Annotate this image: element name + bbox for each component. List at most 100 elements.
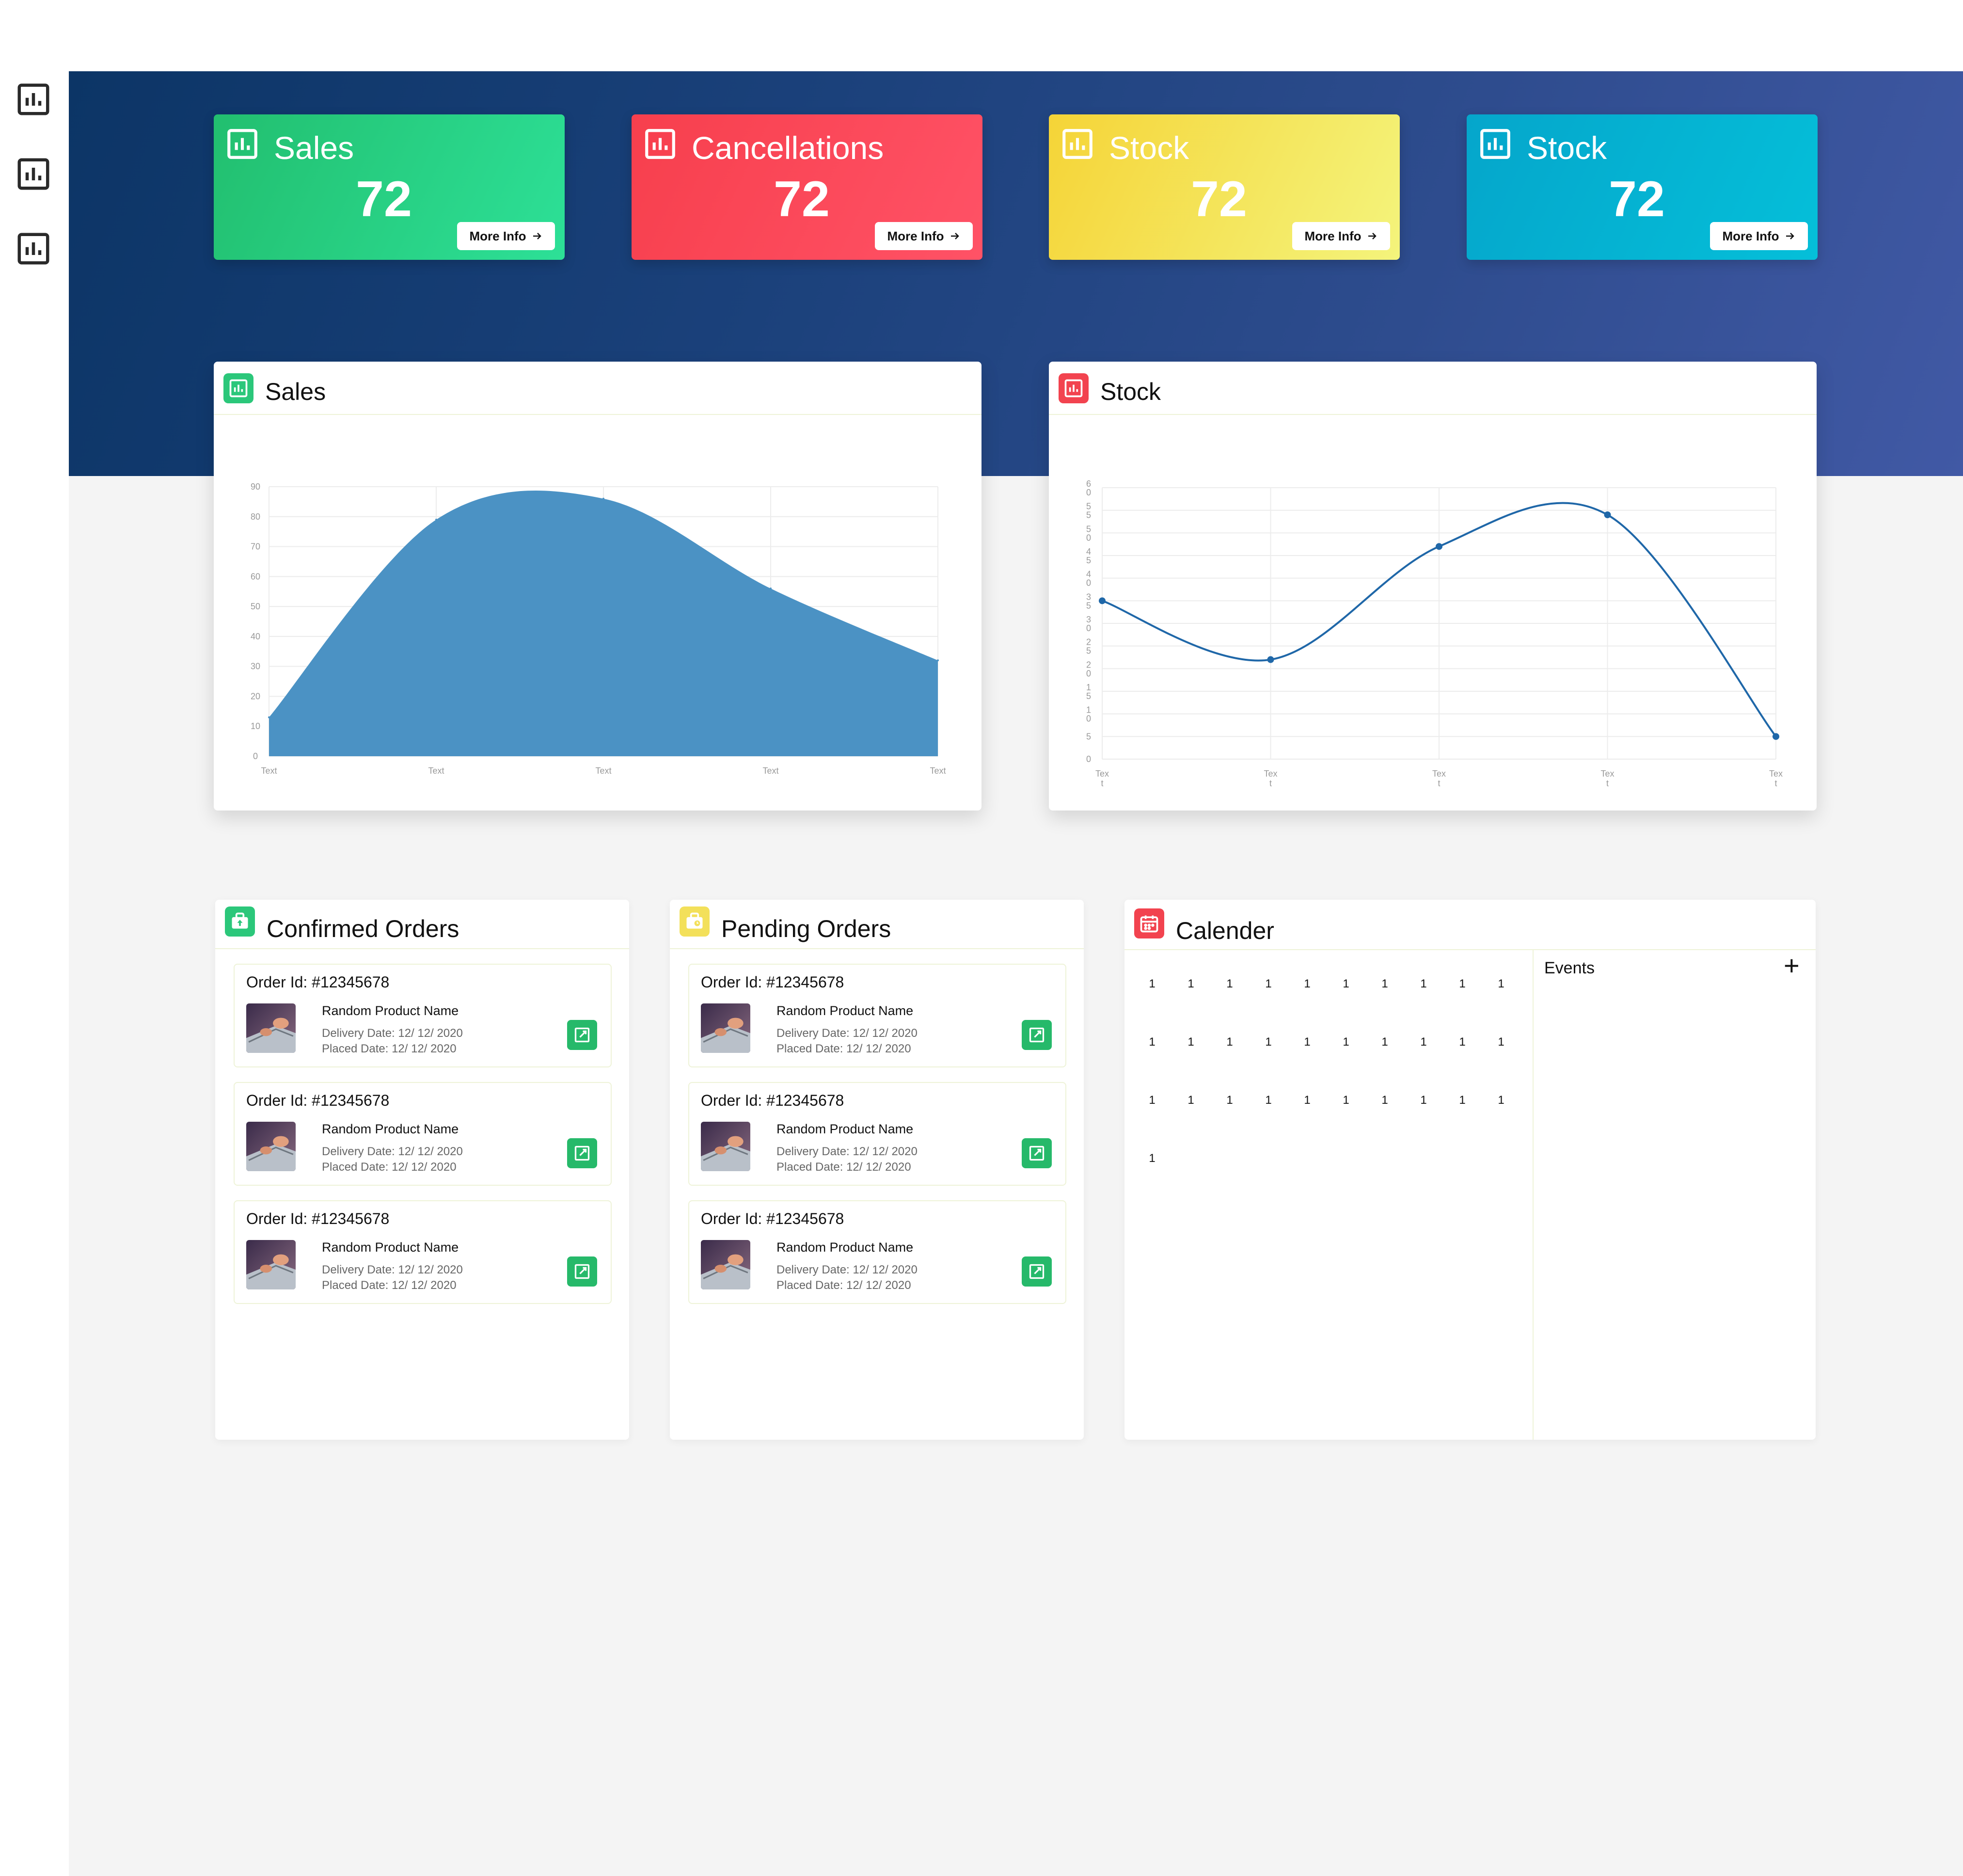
y-tick-label: 60 — [1086, 479, 1091, 497]
open-external-button[interactable] — [567, 1020, 597, 1050]
x-tick-label: Text — [1264, 769, 1277, 788]
calendar-day[interactable]: 1 — [1222, 1035, 1237, 1049]
more-info-button[interactable]: More Info — [457, 222, 555, 250]
more-info-label: More Info — [469, 228, 526, 243]
product-thumbnail — [246, 1240, 296, 1289]
calendar-day[interactable]: 1 — [1339, 1094, 1353, 1107]
data-point — [602, 497, 604, 500]
calendar-day[interactable]: 1 — [1184, 1094, 1198, 1107]
product-name: Random Product Name — [322, 1003, 459, 1018]
x-tick-label: Text — [428, 766, 444, 776]
calendar-day[interactable]: 1 — [1184, 977, 1198, 991]
order-card[interactable]: Order Id: #12345678 Random Product Name … — [688, 1200, 1066, 1304]
panel-title: Calender — [1176, 917, 1274, 944]
calendar-day[interactable]: 1 — [1494, 1035, 1508, 1049]
calendar-day[interactable]: 1 — [1416, 1094, 1431, 1107]
product-name: Random Product Name — [776, 1003, 914, 1018]
external-link-icon — [1029, 1145, 1045, 1161]
x-tick-label: Text — [762, 766, 778, 776]
product-thumbnail — [246, 1003, 296, 1053]
calendar-day[interactable]: 1 — [1377, 1035, 1392, 1049]
placed-date: Placed Date: 12/ 12/ 2020 — [776, 1279, 911, 1292]
calendar-day[interactable]: 1 — [1494, 1094, 1508, 1107]
calendar-day[interactable]: 1 — [1300, 1035, 1314, 1049]
calendar-day[interactable]: 1 — [1300, 1094, 1314, 1107]
calendar-day[interactable]: 1 — [1339, 1035, 1353, 1049]
sidebar — [0, 0, 69, 1876]
calendar-day[interactable]: 1 — [1261, 1035, 1276, 1049]
placed-date: Placed Date: 12/ 12/ 2020 — [776, 1042, 911, 1055]
stat-card-value: 72 — [356, 171, 412, 227]
calendar-day[interactable]: 1 — [1455, 1035, 1470, 1049]
calendar-day[interactable]: 1 — [1339, 977, 1353, 991]
open-external-button[interactable] — [567, 1256, 597, 1287]
more-info-label: More Info — [1304, 228, 1361, 243]
arrow-right-icon — [1786, 233, 1794, 239]
placed-date: Placed Date: 12/ 12/ 2020 — [322, 1279, 457, 1292]
order-card[interactable]: Order Id: #12345678 Random Product Name … — [234, 964, 612, 1067]
more-info-label: More Info — [1722, 228, 1779, 243]
calendar-day[interactable]: 1 — [1455, 977, 1470, 991]
calendar-day[interactable]: 1 — [1222, 977, 1237, 991]
calendar-day[interactable]: 1 — [1416, 1035, 1431, 1049]
bar-chart-icon — [1480, 129, 1510, 159]
x-tick-label: Text — [1095, 769, 1109, 788]
sales-area — [269, 491, 938, 756]
delivery-date: Delivery Date: 12/ 12/ 2020 — [322, 1027, 463, 1040]
delivery-date: Delivery Date: 12/ 12/ 2020 — [776, 1263, 918, 1276]
data-point — [1267, 656, 1274, 663]
product-name: Random Product Name — [776, 1240, 914, 1255]
y-tick-label: 10 — [1086, 705, 1091, 724]
stat-card-value: 72 — [1191, 171, 1247, 227]
calendar-day[interactable]: 1 — [1145, 1035, 1159, 1049]
placed-date: Placed Date: 12/ 12/ 2020 — [322, 1161, 457, 1174]
add-event-button[interactable]: + — [1784, 951, 1800, 980]
open-external-button[interactable] — [1022, 1138, 1052, 1168]
calendar-day[interactable]: 1 — [1261, 977, 1276, 991]
more-info-button[interactable]: More Info — [1292, 222, 1390, 250]
y-tick-label: 35 — [1086, 592, 1091, 610]
placed-date: Placed Date: 12/ 12/ 2020 — [776, 1161, 911, 1174]
calendar-day[interactable]: 1 — [1184, 1035, 1198, 1049]
data-point — [770, 588, 772, 590]
calendar-day[interactable]: 1 — [1261, 1094, 1276, 1107]
order-card[interactable]: Order Id: #12345678 Random Product Name … — [688, 964, 1066, 1067]
bar-chart-icon[interactable] — [15, 155, 52, 193]
open-external-button[interactable] — [1022, 1256, 1052, 1287]
stat-card-title: Stock — [1527, 130, 1607, 166]
calendar-day[interactable]: 1 — [1300, 977, 1314, 991]
calendar-day[interactable]: 1 — [1455, 1094, 1470, 1107]
briefcase-icon — [680, 906, 710, 937]
calendar-day[interactable]: 1 — [1377, 1094, 1392, 1107]
y-tick-label: 20 — [251, 691, 260, 701]
more-info-button[interactable]: More Info — [1710, 222, 1808, 250]
external-link-icon — [1029, 1027, 1045, 1043]
calendar-day[interactable]: 1 — [1145, 1152, 1159, 1165]
calendar-day[interactable]: 1 — [1416, 977, 1431, 991]
calendar-day[interactable]: 1 — [1494, 977, 1508, 991]
order-card[interactable]: Order Id: #12345678 Random Product Name … — [688, 1082, 1066, 1186]
stock-line-chart: 6 05 55 04 54 03 53 02 52 01 51 050Tex tTex tTex tTex t… — [1086, 479, 1783, 788]
order-card[interactable]: Order Id: #12345678 Random Product Name … — [234, 1082, 612, 1186]
delivery-date: Delivery Date: 12/ 12/ 2020 — [322, 1145, 463, 1158]
calendar-day[interactable]: 1 — [1145, 1094, 1159, 1107]
calendar-day[interactable]: 1 — [1377, 977, 1392, 991]
y-tick-label: 10 — [251, 721, 260, 731]
more-info-button[interactable]: More Info — [875, 222, 973, 250]
placed-date: Placed Date: 12/ 12/ 2020 — [322, 1042, 457, 1055]
y-tick-label: 0 — [253, 751, 258, 761]
stat-card-title: Sales — [274, 130, 354, 166]
y-tick-label: 15 — [1086, 683, 1091, 701]
bar-chart-icon[interactable] — [15, 80, 52, 118]
calendar-day[interactable]: 1 — [1145, 977, 1159, 991]
open-external-button[interactable] — [567, 1138, 597, 1168]
bar-chart-icon — [1062, 129, 1092, 159]
calendar-day[interactable]: 1 — [1222, 1094, 1237, 1107]
order-card[interactable]: Order Id: #12345678 Random Product Name … — [234, 1200, 612, 1304]
bar-chart-icon[interactable] — [15, 230, 52, 268]
panel-title: Pending Orders — [721, 915, 891, 942]
bar-chart-icon — [227, 129, 257, 159]
pending-orders-panel: Pending Orders Order Id: #12345678 Rando… — [670, 900, 1084, 1440]
data-point — [937, 659, 939, 662]
open-external-button[interactable] — [1022, 1020, 1052, 1050]
